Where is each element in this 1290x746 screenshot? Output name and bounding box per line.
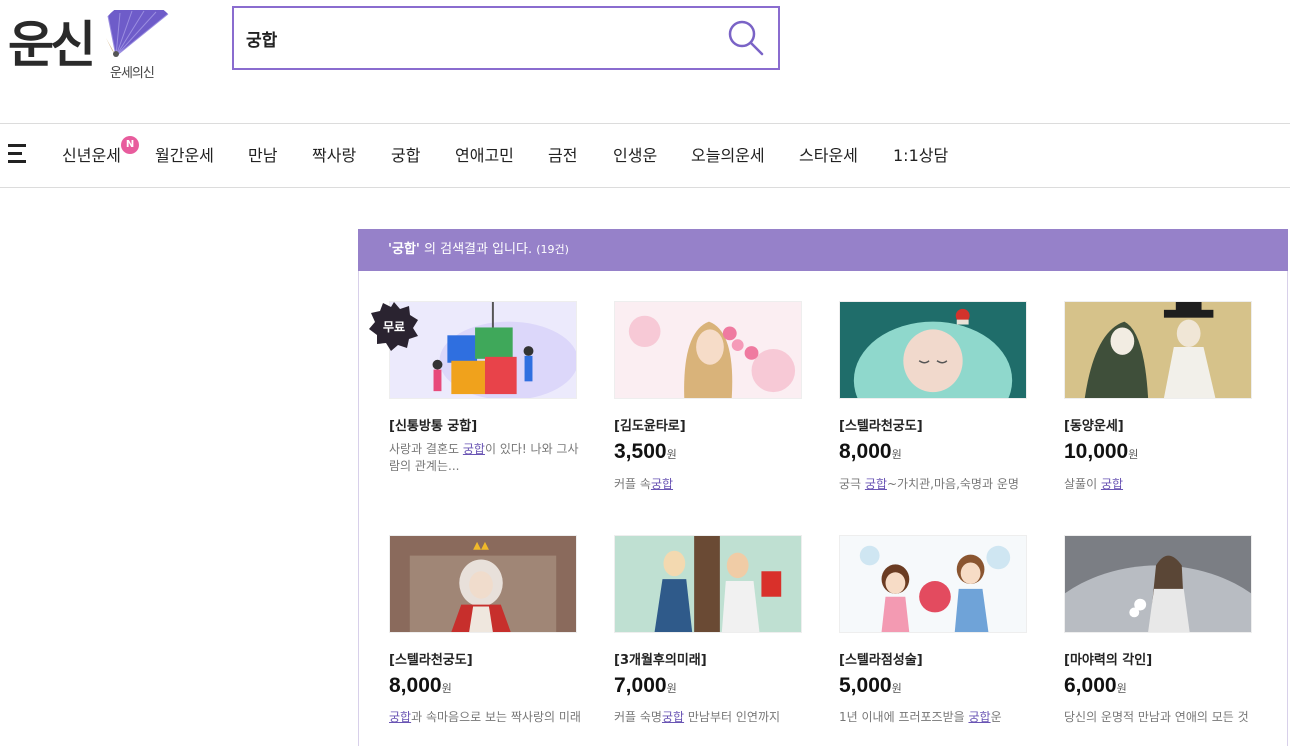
search-button[interactable] [726,18,766,58]
keyword-link[interactable]: 궁합 [389,710,411,724]
product-price: 10,000원 [1064,440,1139,463]
result-query: '궁합' [388,242,420,257]
product-thumbnail[interactable] [389,535,577,633]
product-price: 3,500원 [614,440,677,463]
product-title[interactable]: [스텔라점성술] [839,649,923,668]
search-box [232,6,780,70]
product-desc: 궁극 궁합~가치관,마음,숙명과 운명 [839,477,1019,491]
logo-sub-text: 운세의신 [110,66,155,81]
product-desc: 사랑과 결혼도 궁합이 있다! 나와 그사람의 관계는... [389,442,579,473]
product-thumbnail[interactable] [614,301,802,399]
result-header: '궁합' 의 검색결과 입니다. (19건) [358,229,1288,271]
logo-main-text: 운신 [8,15,96,74]
nav-item-compatibility[interactable]: 궁합 [391,142,420,166]
hamburger-menu-icon[interactable] [8,144,30,166]
product-desc: 커플 속궁합 [614,477,674,491]
product-price: 7,000원 [614,674,677,697]
product-title[interactable]: [스텔라천궁도] [839,415,923,434]
nav-item-monthly[interactable]: 월간운세 [155,142,214,166]
new-badge: N [121,136,139,154]
search-icon [728,20,764,56]
keyword-link[interactable]: 궁합 [1101,477,1123,491]
free-badge-text: 무료 [383,320,405,334]
nav-item-crush[interactable]: 짝사랑 [312,142,356,166]
product-thumbnail[interactable] [839,535,1027,633]
nav-item-love-advice[interactable]: 연애고민 [455,142,514,166]
product-price: 6,000원 [1064,674,1127,697]
keyword-link[interactable]: 궁합 [463,442,485,456]
result-suffix: 의 검색결과 입니다. [419,242,533,257]
main-nav: 신년운세 N 월간운세 만남 짝사랑 궁합 연애고민 금전 인생운 오늘의운세 … [0,124,1290,187]
product-price: 8,000원 [389,674,452,697]
nav-item-today[interactable]: 오늘의운세 [691,142,765,166]
product-title[interactable]: [3개월후의미래] [614,649,707,668]
product-title[interactable]: [스텔라천궁도] [389,649,473,668]
product-desc: 궁합과 속마음으로 보는 짝사랑의 미래 [389,710,581,724]
product-title[interactable]: [동양운세] [1064,415,1124,434]
product-price: 8,000원 [839,440,902,463]
product-price: 5,000원 [839,674,902,697]
fan-icon [106,10,169,57]
nav-item-meeting[interactable]: 만남 [248,142,277,166]
keyword-link[interactable]: 궁합 [968,710,990,724]
search-input[interactable] [246,24,706,52]
keyword-link[interactable]: 궁합 [651,477,673,491]
product-desc: 1년 이내에 프러포즈받을 궁합운 [839,710,1002,724]
product-thumbnail[interactable] [1064,535,1252,633]
nav-item-newyear[interactable]: 신년운세 [62,142,121,166]
product-desc: 커플 숙명궁합 만남부터 인연까지 [614,710,781,724]
free-badge: 무료 [369,302,418,351]
nav-item-money[interactable]: 금전 [548,142,577,166]
nav-item-consult[interactable]: 1:1상담 [893,142,948,166]
result-count: (19건) [536,243,569,256]
product-title[interactable]: [마야력의 각인] [1064,649,1152,668]
product-thumbnail[interactable] [614,535,802,633]
keyword-link[interactable]: 궁합 [662,710,684,724]
product-title[interactable]: [신통방통 궁합] [389,415,477,434]
nav-divider [0,187,1290,188]
product-thumbnail[interactable] [839,301,1027,399]
product-title[interactable]: [김도윤타로] [614,415,686,434]
product-desc: 당신의 운명적 만남과 연애의 모든 것 [1064,710,1249,724]
nav-item-star[interactable]: 스타운세 [799,142,858,166]
nav-item-life[interactable]: 인생운 [613,142,657,166]
keyword-link[interactable]: 궁합 [865,477,887,491]
product-desc: 살풀이 궁합 [1064,477,1124,491]
site-logo[interactable]: 운신 운세의신 [8,10,169,88]
product-thumbnail[interactable] [1064,301,1252,399]
